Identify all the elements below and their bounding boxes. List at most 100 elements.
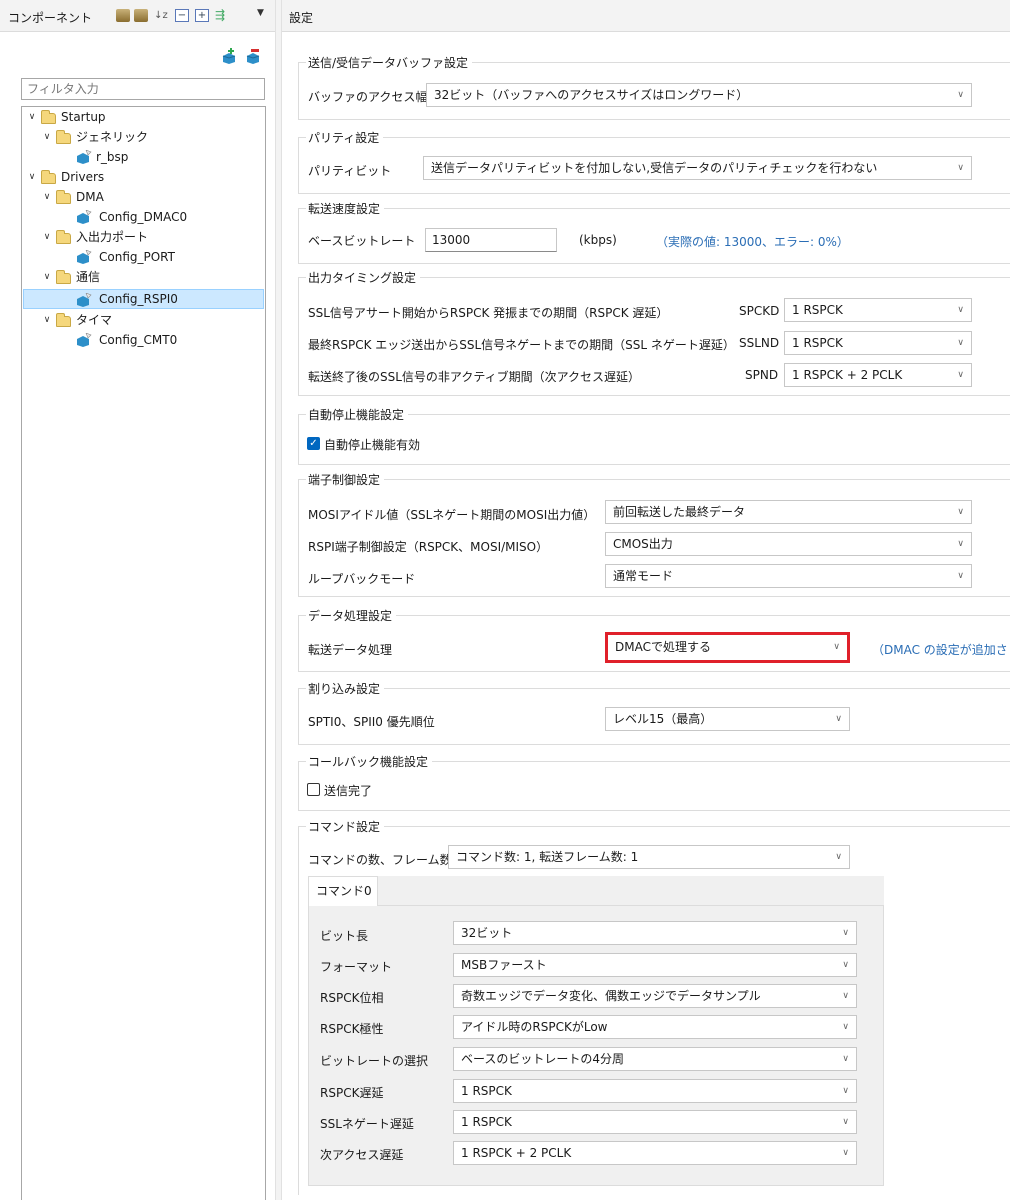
group-title-data: データ処理設定	[306, 607, 397, 624]
chevron-down-icon: ∨	[835, 852, 842, 862]
tree-item-dma[interactable]: ∨ DMA	[23, 187, 264, 207]
rspck-polarity-label: RSPCK極性	[320, 1022, 384, 1036]
buffer-access-label: バッファのアクセス幅	[308, 90, 428, 104]
select-value: DMACで処理する	[615, 640, 711, 654]
select-value: コマンド数: 1, 転送フレーム数: 1	[456, 850, 639, 864]
expand-category-icon[interactable]	[134, 9, 148, 22]
tree-item-generic[interactable]: ∨ ジェネリック	[23, 127, 264, 147]
tree-item-label: ジェネリック	[76, 130, 149, 144]
sslnd-select[interactable]: 1 RSPCK ∨	[784, 331, 972, 355]
chevron-down-icon[interactable]: ∨	[42, 310, 52, 330]
tree-item-label: 入出力ポート	[76, 230, 149, 244]
spckd-select[interactable]: 1 RSPCK ∨	[784, 298, 972, 322]
filter-tool-icon[interactable]: ⇶	[215, 9, 229, 22]
tree-item-config-port[interactable]: Config_PORT	[23, 247, 264, 267]
panel-splitter[interactable]	[275, 0, 282, 1200]
sort-icon[interactable]: ↓z	[154, 9, 168, 22]
spnd-select[interactable]: 1 RSPCK + 2 PCLK ∨	[784, 363, 972, 387]
chevron-down-icon[interactable]: ∨	[42, 227, 52, 247]
base-bitrate-input[interactable]: 13000	[425, 228, 557, 252]
rspck-phase-select[interactable]: 奇数エッジでデータ変化、偶数エッジでデータサンプル ∨	[453, 984, 857, 1008]
bitrate-select-label: ビットレートの選択	[320, 1054, 429, 1068]
interrupt-priority-select[interactable]: レベル15（最高） ∨	[605, 707, 850, 731]
tree-item-drivers[interactable]: ∨ Drivers	[23, 167, 264, 187]
chevron-down-icon: ∨	[842, 928, 849, 938]
tree-item-config-rspi0[interactable]: Config_RSPI0	[23, 289, 264, 309]
chevron-down-icon: ∨	[957, 90, 964, 100]
ssl-negate-delay-select[interactable]: 1 RSPCK ∨	[453, 1110, 857, 1134]
tree-item-r-bsp[interactable]: r_bsp	[23, 147, 264, 167]
chevron-down-icon[interactable]: ∨	[42, 127, 52, 147]
buffer-access-select[interactable]: 32ビット（バッファへのアクセスサイズはロングワード） ∨	[426, 83, 972, 107]
group-border	[298, 479, 1010, 480]
group-title-pin: 端子制御設定	[306, 471, 385, 488]
tab-command0[interactable]: コマンド0	[308, 876, 378, 906]
timing-reg-spckd: SPCKD	[739, 304, 780, 318]
tree-item-label: r_bsp	[96, 150, 129, 164]
folder-icon	[56, 270, 71, 284]
settings-content: 送信/受信データバッファ設定 バッファのアクセス幅 32ビット（バッファへのアク…	[282, 0, 1010, 1200]
bitrate-select[interactable]: ベースのビットレートの4分周 ∨	[453, 1047, 857, 1071]
group-border	[298, 744, 1010, 745]
group-border	[298, 277, 299, 395]
select-value: 1 RSPCK	[461, 1115, 512, 1129]
tree-item-label: Config_RSPI0	[99, 292, 178, 306]
chevron-down-icon: ∨	[842, 1022, 849, 1032]
select-value: 通常モード	[613, 569, 674, 583]
bit-length-select[interactable]: 32ビット ∨	[453, 921, 857, 945]
command-count-select[interactable]: コマンド数: 1, 転送フレーム数: 1 ∨	[448, 845, 850, 869]
filter-input[interactable]	[21, 78, 265, 100]
rspi-pin-control-select[interactable]: CMOS出力 ∨	[605, 532, 972, 556]
select-value: 奇数エッジでデータ変化、偶数エッジでデータサンプル	[461, 989, 761, 1003]
tree-item-io-port[interactable]: ∨ 入出力ポート	[23, 227, 264, 247]
parity-bit-select[interactable]: 送信データパリティビットを付加しない,受信データのパリティチェックを行わない ∨	[423, 156, 972, 180]
select-value: レベル15（最高）	[613, 712, 713, 726]
folder-icon	[56, 190, 71, 204]
group-border	[298, 810, 1010, 811]
group-border	[298, 826, 1010, 827]
component-tree: ∨ Startup ∨ ジェネリック r_bsp ∨ Drivers ∨ DMA…	[21, 106, 266, 1200]
expand-all-icon[interactable]: +	[195, 9, 209, 22]
parity-bit-label: パリティビット	[308, 164, 392, 178]
select-value: 1 RSPCK + 2 PCLK	[792, 368, 903, 382]
group-border	[298, 615, 299, 671]
transfer-data-select[interactable]: DMACで処理する ∨	[605, 632, 850, 663]
collapse-category-icon[interactable]	[116, 9, 130, 22]
tree-item-communication[interactable]: ∨ 通信	[23, 267, 264, 287]
chevron-down-icon[interactable]: ∨	[42, 267, 52, 287]
view-menu-chevron-down-icon[interactable]: ▼	[257, 8, 264, 18]
rspck-polarity-select[interactable]: アイドル時のRSPCKがLow ∨	[453, 1015, 857, 1039]
format-select[interactable]: MSBファースト ∨	[453, 953, 857, 977]
collapse-all-icon[interactable]: −	[175, 9, 189, 22]
select-value: 1 RSPCK	[461, 1084, 512, 1098]
chevron-down-icon[interactable]: ∨	[42, 187, 52, 207]
remove-component-icon[interactable]	[246, 48, 260, 64]
send-complete-checkbox[interactable]	[307, 783, 320, 796]
chevron-down-icon[interactable]: ∨	[27, 107, 37, 127]
tree-item-config-dmac0[interactable]: Config_DMAC0	[23, 207, 264, 227]
panel-title: コンポーネント	[8, 11, 93, 25]
mosi-idle-select[interactable]: 前回転送した最終データ ∨	[605, 500, 972, 524]
next-access-delay-select[interactable]: 1 RSPCK + 2 PCLK ∨	[453, 1141, 857, 1165]
timing-label-rspck-delay: SSL信号アサート開始からRSPCK 発振までの期間（RSPCK 遅延）	[308, 306, 669, 320]
add-component-icon[interactable]	[222, 48, 236, 64]
tree-item-config-cmt0[interactable]: Config_CMT0	[23, 330, 264, 350]
select-value: 32ビット（バッファへのアクセスサイズはロングワード）	[434, 88, 749, 102]
bitrate-unit: (kbps)	[579, 233, 617, 247]
loopback-mode-select[interactable]: 通常モード ∨	[605, 564, 972, 588]
tree-item-timer[interactable]: ∨ タイマ	[23, 310, 264, 330]
folder-icon	[56, 313, 71, 327]
rspck-delay-select[interactable]: 1 RSPCK ∨	[453, 1079, 857, 1103]
select-value: CMOS出力	[613, 537, 673, 551]
components-panel: コンポーネント ↓z − + ⇶ ▼ ∨ Startup ∨ ジェネリック	[0, 0, 275, 1200]
ssl-negate-delay-label: SSLネゲート遅延	[320, 1117, 414, 1131]
dmac-note: （DMAC の設定が追加さ	[872, 643, 1008, 657]
autostop-checkbox[interactable]: ✓	[307, 437, 320, 450]
tree-item-label: タイマ	[76, 313, 113, 327]
transfer-data-label: 転送データ処理	[308, 643, 393, 657]
chevron-down-icon[interactable]: ∨	[27, 167, 37, 187]
interrupt-priority-label: SPTI0、SPII0 優先順位	[308, 715, 435, 729]
base-bitrate-label: ベースビットレート	[308, 234, 416, 248]
rspi-pin-control-label: RSPI端子制御設定（RSPCK、MOSI/MISO）	[308, 540, 549, 554]
tree-item-startup[interactable]: ∨ Startup	[23, 107, 264, 127]
